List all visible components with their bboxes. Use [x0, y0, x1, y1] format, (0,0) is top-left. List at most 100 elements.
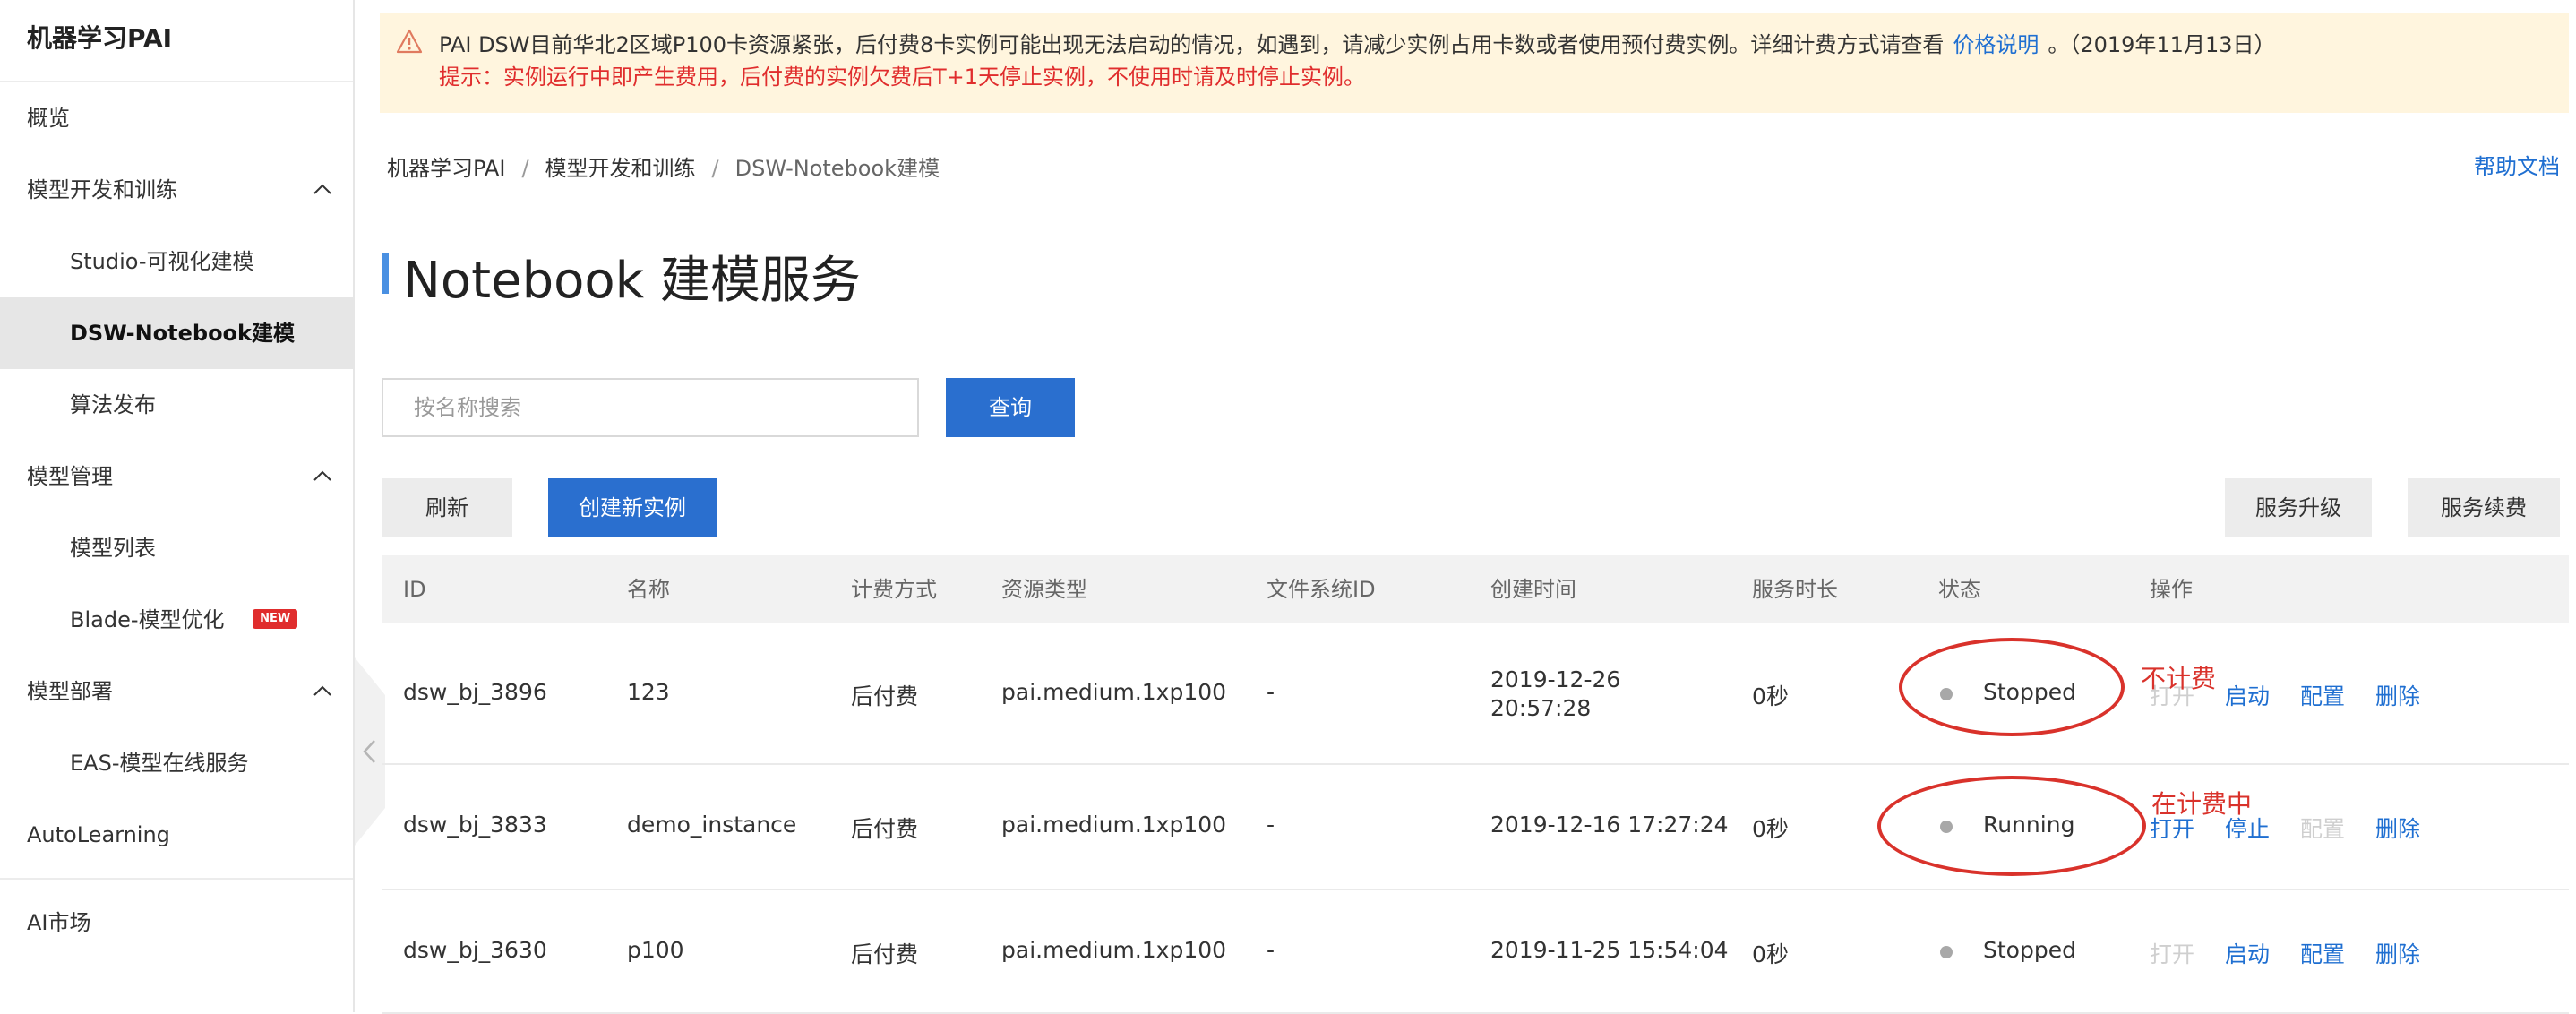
config-action[interactable]: 配置	[2300, 937, 2345, 969]
cell-duration: 0秒	[1752, 816, 1789, 842]
sidebar-item-label: 模型列表	[70, 536, 156, 561]
notice-tip: 提示：实例运行中即产生费用，后付费的实例欠费后T+1天停止实例，不使用时请及时停…	[439, 64, 1366, 90]
column-header-resource: 资源类型	[1001, 577, 1087, 602]
cell-id: dsw_bj_3833	[403, 812, 547, 838]
sidebar-item-label: 概览	[27, 106, 70, 131]
breadcrumb-item[interactable]: 模型开发和训练	[545, 156, 696, 181]
cell-billing: 后付费	[851, 816, 919, 842]
sidebar-item-dsw-notebook[interactable]: DSW-Notebook建模	[0, 297, 353, 369]
column-header-name: 名称	[627, 577, 670, 602]
sidebar-item-label: 模型开发和训练	[27, 177, 177, 202]
price-link[interactable]: 价格说明	[1953, 32, 2039, 57]
cell-fs-id: -	[1267, 812, 1275, 838]
cell-fs-id: -	[1267, 937, 1275, 963]
start-action[interactable]: 启动	[2225, 937, 2270, 969]
warning-notice: PAI DSW目前华北2区域P100卡资源紧张，后付费8卡实例可能出现无法启动的…	[380, 13, 2569, 113]
page-title: Notebook 建模服务	[403, 252, 861, 310]
sidebar-item-eas[interactable]: EAS-模型在线服务	[0, 727, 353, 799]
notice-date: 。（2019年11月13日）	[2048, 32, 2276, 57]
refresh-button[interactable]: 刷新	[382, 478, 512, 537]
chevron-up-icon	[313, 685, 331, 696]
annotation-not-billed: 不计费	[2141, 664, 2217, 693]
table-row: dsw_bj_3896 123 后付费 pai.medium.1xp100 - …	[382, 623, 2569, 765]
cell-name: 123	[627, 679, 670, 705]
column-header-created: 创建时间	[1490, 577, 1576, 602]
sidebar-group-model-dev[interactable]: 模型开发和训练	[0, 154, 353, 226]
cell-created-date: 2019-12-26	[1490, 666, 1621, 692]
cell-fs-id: -	[1267, 679, 1275, 705]
sidebar-item-blade[interactable]: Blade-模型优化 NEW	[0, 584, 353, 656]
sidebar-collapse-handle[interactable]	[355, 657, 385, 846]
sidebar-item-overview[interactable]: 概览	[0, 82, 353, 154]
table-row: dsw_bj_3833 demo_instance 后付费 pai.medium…	[382, 765, 2569, 890]
sidebar-item-label: AI市场	[27, 910, 91, 935]
column-header-actions: 操作	[2150, 577, 2193, 602]
breadcrumb-item[interactable]: 机器学习PAI	[387, 156, 505, 181]
sidebar-item-label: 模型部署	[27, 679, 113, 704]
sidebar-item-label: 模型管理	[27, 464, 113, 489]
help-docs-link[interactable]: 帮助文档	[2474, 149, 2560, 180]
delete-action[interactable]: 删除	[2375, 679, 2420, 711]
cell-status: Stopped	[1983, 937, 2076, 963]
chevron-up-icon	[313, 470, 331, 481]
config-action[interactable]: 配置	[2300, 679, 2345, 711]
cell-resource: pai.medium.1xp100	[1001, 812, 1227, 838]
column-header-status: 状态	[1938, 577, 1981, 602]
cell-duration: 0秒	[1752, 941, 1789, 967]
sidebar-group-model-deploy[interactable]: 模型部署	[0, 656, 353, 727]
title-accent-bar	[382, 253, 389, 294]
cell-resource: pai.medium.1xp100	[1001, 937, 1227, 963]
sidebar-item-label: DSW-Notebook建模	[70, 321, 296, 346]
cell-created: 2019-11-25 15:54:04	[1490, 937, 1729, 963]
cell-billing: 后付费	[851, 683, 919, 709]
breadcrumb-separator: /	[521, 156, 529, 181]
search-input[interactable]	[382, 378, 919, 437]
brand-title[interactable]: 机器学习PAI	[0, 0, 353, 82]
chevron-up-icon	[313, 184, 331, 194]
column-header-id: ID	[403, 577, 426, 602]
sidebar-item-algorithm-publish[interactable]: 算法发布	[0, 369, 353, 441]
breadcrumb: 机器学习PAI / 模型开发和训练 / DSW-Notebook建模	[387, 150, 940, 182]
sidebar-group-model-management[interactable]: 模型管理	[0, 441, 353, 512]
open-action: 打开	[2150, 941, 2195, 967]
service-renew-button[interactable]: 服务续费	[2408, 478, 2560, 537]
annotation-circle	[1877, 776, 2146, 876]
cell-created-time: 20:57:28	[1490, 695, 1592, 721]
warning-icon	[396, 29, 423, 54]
start-action[interactable]: 启动	[2225, 679, 2270, 711]
breadcrumb-current: DSW-Notebook建模	[734, 156, 940, 181]
cell-id: dsw_bj_3896	[403, 679, 547, 705]
new-badge: NEW	[253, 609, 298, 629]
service-upgrade-button[interactable]: 服务升级	[2225, 478, 2372, 537]
breadcrumb-separator: /	[711, 156, 719, 181]
cell-billing: 后付费	[851, 941, 919, 967]
search-button[interactable]: 查询	[946, 378, 1075, 437]
sidebar-item-ai-market[interactable]: AI市场	[0, 887, 353, 958]
cell-created: 2019-12-16 17:27:24	[1490, 812, 1729, 838]
status-dot-icon	[1940, 946, 1953, 958]
column-header-billing: 计费方式	[851, 577, 937, 602]
sidebar-divider	[0, 878, 353, 880]
notice-text: PAI DSW目前华北2区域P100卡资源紧张，后付费8卡实例可能出现无法启动的…	[439, 32, 1945, 57]
sidebar-item-label: 算法发布	[70, 392, 156, 417]
annotation-circle	[1899, 638, 2125, 736]
sidebar-item-model-list[interactable]: 模型列表	[0, 512, 353, 584]
create-instance-button[interactable]: 创建新实例	[548, 478, 717, 537]
column-header-duration: 服务时长	[1752, 577, 1838, 602]
cell-name: p100	[627, 937, 684, 963]
chevron-left-icon	[363, 740, 375, 763]
sidebar-item-studio[interactable]: Studio-可视化建模	[0, 226, 353, 297]
sidebar-item-label: Blade-模型优化	[70, 607, 225, 632]
config-action: 配置	[2300, 816, 2346, 842]
column-header-fs-id: 文件系统ID	[1267, 577, 1376, 602]
cell-resource: pai.medium.1xp100	[1001, 679, 1227, 705]
sidebar-item-label: AutoLearning	[27, 822, 170, 847]
sidebar-item-autolearning[interactable]: AutoLearning	[0, 799, 353, 871]
cell-id: dsw_bj_3630	[403, 937, 547, 963]
delete-action[interactable]: 删除	[2375, 937, 2420, 969]
annotation-billing: 在计费中	[2151, 789, 2253, 819]
table-row: dsw_bj_3630 p100 后付费 pai.medium.1xp100 -…	[382, 890, 2569, 1014]
sidebar: 机器学习PAI 概览 模型开发和训练 Studio-可视化建模 DSW-Note…	[0, 0, 355, 1012]
cell-name: demo_instance	[627, 812, 797, 838]
delete-action[interactable]: 删除	[2375, 812, 2420, 844]
